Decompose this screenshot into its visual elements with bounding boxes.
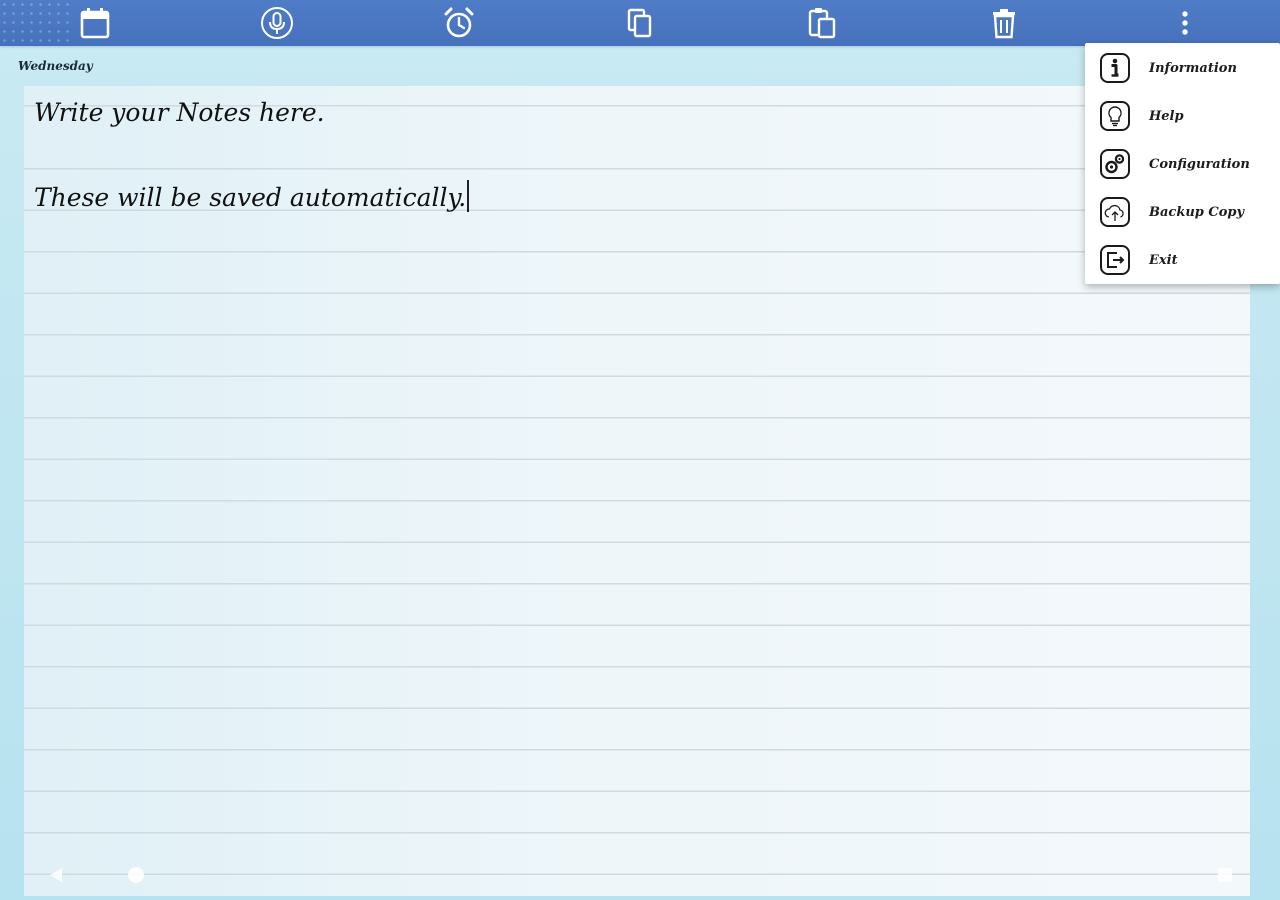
note-line: These will be saved automatically. (34, 180, 469, 212)
overflow-menu: Information Help Configuration Backup Co… (1085, 43, 1280, 284)
top-toolbar (0, 0, 1280, 46)
home-nav-icon[interactable] (128, 867, 144, 883)
exit-icon (1100, 245, 1130, 275)
menu-item-backup-copy[interactable]: Backup Copy (1085, 188, 1280, 236)
menu-item-exit[interactable]: Exit (1085, 236, 1280, 284)
trash-icon (993, 9, 1015, 39)
note-text: Write your Notes here. (34, 98, 325, 127)
copy-button[interactable] (620, 4, 660, 42)
gears-icon (1100, 149, 1130, 179)
note-line: Write your Notes here. (34, 98, 325, 127)
alarm-button[interactable] (439, 4, 479, 42)
note-text: These will be saved automatically. (34, 183, 467, 212)
text-cursor (467, 180, 469, 212)
cloud-backup-icon (1100, 197, 1130, 227)
menu-item-label: Backup Copy (1149, 204, 1245, 220)
note-editor[interactable]: Write your Notes here. These will be sav… (16, 86, 1266, 896)
more-vertical-icon (1182, 11, 1188, 35)
recent-apps-nav-icon[interactable] (1218, 868, 1232, 882)
delete-button[interactable] (984, 4, 1024, 42)
menu-item-label: Help (1149, 108, 1184, 124)
back-nav-icon[interactable] (50, 868, 62, 882)
more-options-button[interactable] (1165, 4, 1205, 42)
info-icon (1100, 53, 1130, 83)
toolbar-pattern (0, 0, 70, 46)
day-label: Wednesday (18, 59, 93, 73)
calendar-button[interactable] (75, 4, 115, 42)
copy-icon (627, 8, 652, 38)
menu-item-configuration[interactable]: Configuration (1085, 140, 1280, 188)
paste-icon (808, 8, 836, 39)
menu-item-information[interactable]: Information (1085, 44, 1280, 92)
menu-item-label: Exit (1149, 252, 1178, 268)
paste-button[interactable] (802, 4, 842, 42)
microphone-button[interactable] (257, 4, 297, 42)
calendar-icon (80, 8, 110, 39)
lightbulb-icon (1100, 101, 1130, 131)
menu-item-help[interactable]: Help (1085, 92, 1280, 140)
menu-item-label: Information (1149, 60, 1237, 76)
alarm-clock-icon (444, 7, 474, 38)
menu-item-label: Configuration (1149, 156, 1250, 172)
microphone-icon (261, 7, 293, 39)
